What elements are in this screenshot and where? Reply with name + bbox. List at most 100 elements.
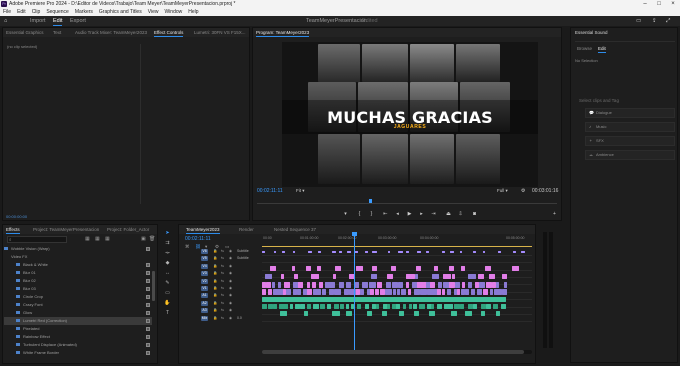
timeline-clip[interactable] bbox=[387, 274, 393, 279]
sync-icon[interactable]: ⇆ bbox=[221, 315, 224, 322]
sync-icon[interactable]: ⇆ bbox=[221, 263, 224, 270]
menu-edit[interactable]: Edit bbox=[14, 8, 29, 16]
timeline-clip[interactable] bbox=[489, 274, 496, 279]
timeline-clip[interactable] bbox=[477, 274, 484, 279]
timeline-clip[interactable] bbox=[305, 266, 311, 271]
lock-icon[interactable]: 🔒 bbox=[213, 255, 217, 262]
track-target-toggle[interactable]: Mix bbox=[201, 315, 208, 321]
timeline-clip[interactable] bbox=[405, 251, 410, 253]
step-forward-icon[interactable]: ▸ bbox=[418, 211, 425, 218]
hand-tool-icon[interactable]: ✋ bbox=[164, 300, 171, 307]
timeline-clip[interactable] bbox=[393, 289, 397, 295]
effects-list-item[interactable]: Turbulent Displace (Animated) bbox=[4, 341, 152, 349]
minimize-icon[interactable]: – bbox=[638, 0, 652, 8]
timeline-clip[interactable] bbox=[284, 282, 291, 288]
eye-icon[interactable]: ◉ bbox=[229, 300, 232, 307]
timeline-clip[interactable] bbox=[370, 274, 377, 279]
timeline-clip[interactable] bbox=[306, 289, 312, 295]
timeline-clip[interactable] bbox=[405, 282, 410, 288]
timeline-clip[interactable] bbox=[402, 304, 407, 309]
timeline-clip[interactable] bbox=[500, 304, 506, 309]
timeline-clip[interactable] bbox=[387, 251, 390, 253]
timeline-clip[interactable] bbox=[345, 304, 350, 309]
timeline-clip[interactable] bbox=[437, 304, 443, 309]
timeline-clip[interactable] bbox=[459, 304, 464, 309]
timeline-clip[interactable] bbox=[293, 289, 297, 295]
track-header[interactable]: V1 🔒 ⇆ ◉ bbox=[197, 285, 261, 292]
add-marker-icon[interactable]: ▾ bbox=[342, 211, 349, 218]
timeline-clip[interactable] bbox=[501, 289, 507, 295]
effects-list-item[interactable]: Blur 02 bbox=[4, 277, 152, 285]
quick-export-icon[interactable]: ⇪ bbox=[652, 16, 657, 26]
timeline-clip[interactable] bbox=[355, 289, 360, 295]
effects-search-input[interactable]: ⌕ bbox=[7, 236, 67, 243]
timeline-clip[interactable] bbox=[265, 274, 273, 279]
timeline-clip[interactable] bbox=[345, 311, 352, 316]
timeline-clip[interactable] bbox=[262, 251, 266, 253]
tab-browse[interactable]: Browse bbox=[577, 44, 592, 53]
timeline-clip[interactable] bbox=[282, 251, 286, 253]
lock-icon[interactable]: 🔒 bbox=[213, 248, 217, 255]
timeline-clip[interactable] bbox=[495, 282, 500, 288]
timeline-clip[interactable] bbox=[346, 282, 352, 288]
timeline-clip[interactable] bbox=[334, 266, 341, 271]
sync-icon[interactable]: ⇆ bbox=[221, 307, 224, 314]
home-icon[interactable]: ⌂ bbox=[4, 16, 7, 26]
timeline-clip[interactable] bbox=[450, 251, 455, 253]
timeline-clip[interactable] bbox=[391, 266, 396, 271]
timeline-clip[interactable] bbox=[291, 266, 296, 271]
mark-in-icon[interactable]: { bbox=[356, 211, 363, 218]
export-frame-icon[interactable]: ◙ bbox=[471, 211, 478, 218]
timeline-clip[interactable] bbox=[307, 304, 311, 309]
timeline-clip[interactable] bbox=[283, 304, 288, 309]
timeline-clip[interactable] bbox=[365, 251, 368, 253]
add-button-icon[interactable]: + bbox=[551, 211, 558, 218]
timeline-clip[interactable] bbox=[299, 304, 306, 309]
timeline-clip[interactable] bbox=[286, 289, 292, 295]
tab-project-folder[interactable]: Project: Folder_Actor bbox=[107, 225, 149, 234]
type-tool-icon[interactable]: T bbox=[164, 310, 171, 317]
timeline-clip[interactable] bbox=[354, 282, 360, 288]
timeline-clip[interactable] bbox=[482, 251, 486, 253]
program-playhead[interactable] bbox=[369, 199, 372, 203]
tab-text[interactable]: Text bbox=[53, 28, 61, 37]
timeline-clip[interactable] bbox=[412, 304, 418, 309]
timeline-ruler[interactable]: 00:00 00:01:00:00 00:02:00:00 00:03:00:0… bbox=[262, 236, 532, 244]
timeline-clip[interactable] bbox=[398, 282, 404, 288]
effects-list-item[interactable]: Rainbow Effect bbox=[4, 333, 152, 341]
timeline-clip[interactable] bbox=[396, 289, 400, 295]
timeline-clip[interactable] bbox=[338, 282, 344, 288]
timeline-clip[interactable] bbox=[280, 274, 284, 279]
timeline-clip[interactable] bbox=[419, 304, 426, 309]
timeline-clip[interactable] bbox=[417, 251, 422, 253]
timeline-clip[interactable] bbox=[331, 311, 340, 316]
timeline-clip[interactable] bbox=[365, 304, 369, 309]
timeline-clip[interactable] bbox=[262, 304, 268, 309]
timeline-clip[interactable] bbox=[262, 282, 266, 288]
timeline-clip[interactable] bbox=[441, 289, 445, 295]
timeline-clip[interactable] bbox=[318, 251, 321, 253]
timeline-clip[interactable] bbox=[443, 274, 452, 279]
tab-sequence-nested[interactable]: Nested Sequence 37 bbox=[274, 225, 316, 234]
timeline-clip[interactable] bbox=[408, 304, 412, 309]
effects-list-item[interactable]: Black & White bbox=[4, 261, 152, 269]
menu-view[interactable]: View bbox=[145, 8, 162, 16]
music-button[interactable]: ♪ Music bbox=[585, 122, 675, 132]
lock-icon[interactable]: 🔒 bbox=[213, 270, 217, 277]
timeline-clip[interactable] bbox=[448, 266, 455, 271]
timeline-clip[interactable] bbox=[379, 289, 385, 295]
slip-tool-icon[interactable]: ↔ bbox=[164, 270, 171, 277]
sync-icon[interactable]: ⇆ bbox=[221, 300, 224, 307]
timeline-clip[interactable] bbox=[452, 274, 456, 279]
timeline-clip[interactable] bbox=[385, 282, 392, 288]
timeline-clip[interactable] bbox=[374, 289, 379, 295]
track-header[interactable]: V2 🔒 ⇆ ◉ bbox=[197, 278, 261, 285]
timeline-clip[interactable] bbox=[396, 304, 400, 309]
timeline-clip[interactable] bbox=[429, 311, 435, 316]
timeline-clip[interactable] bbox=[467, 274, 476, 279]
timeline-clip[interactable] bbox=[318, 282, 324, 288]
timeline-clip[interactable] bbox=[388, 289, 392, 295]
rectangle-tool-icon[interactable]: ▭ bbox=[164, 290, 171, 297]
timeline-clip[interactable] bbox=[521, 251, 526, 253]
timeline-clip[interactable] bbox=[267, 304, 274, 309]
